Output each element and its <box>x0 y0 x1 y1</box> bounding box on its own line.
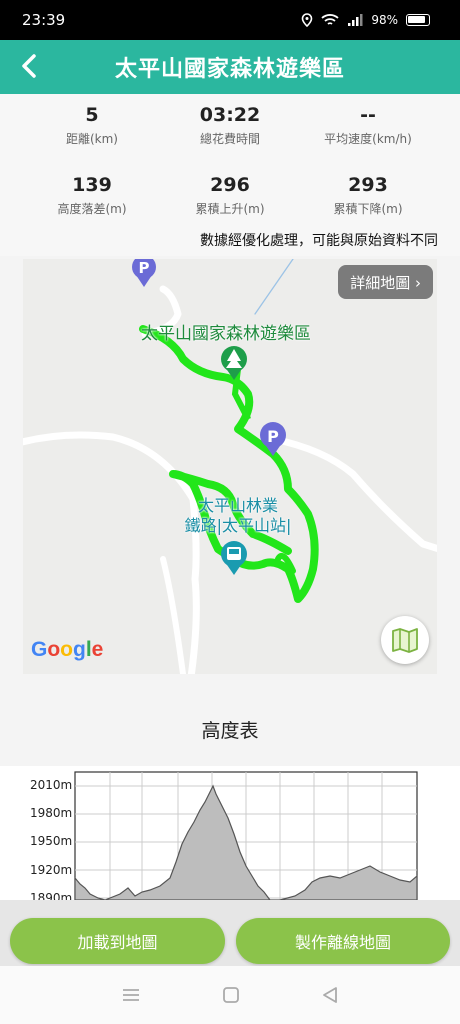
map-layers-button[interactable] <box>381 616 429 664</box>
train-station-icon <box>221 541 247 575</box>
stat-label: 高度落差(m) <box>57 202 127 216</box>
stat-value: 03:22 <box>199 104 261 126</box>
road <box>160 556 186 674</box>
signal-icon <box>348 14 363 26</box>
google-logo: Google <box>31 638 104 661</box>
stat-total-descent: 293 累積下降(m) <box>298 174 438 217</box>
stat-label: 累積下降(m) <box>333 202 403 216</box>
back-nav-icon[interactable] <box>321 986 339 1004</box>
make-offline-map-button[interactable]: 製作離線地圖 <box>236 918 450 964</box>
load-to-map-button[interactable]: 加載到地圖 <box>10 918 225 964</box>
stats-panel: 5 距離(km) 03:22 總花費時間 -- 平均速度(km/h) 139 高… <box>0 94 460 256</box>
stat-distance: 5 距離(km) <box>22 104 162 147</box>
svg-text:P: P <box>267 427 279 446</box>
data-optimization-note: 數據經優化處理，可能與原始資料不同 <box>200 233 438 249</box>
status-icons: 98% <box>301 13 430 27</box>
route-map[interactable]: P P 太平山國家森林遊樂區 太平山林業 鐵路|太平山站| 詳細地圖 › Goo… <box>23 259 437 674</box>
stat-value: 5 <box>85 104 99 126</box>
system-nav-bar <box>0 966 460 1024</box>
svg-text:P: P <box>139 259 150 277</box>
stat-duration: 03:22 總花費時間 <box>160 104 300 147</box>
stat-elevation-difference: 139 高度落差(m) <box>22 174 162 217</box>
menu-icon[interactable] <box>121 987 141 1003</box>
station-label-line: 鐵路|太平山站| <box>184 516 292 535</box>
stat-total-ascent: 296 累積上升(m) <box>160 174 300 217</box>
elevation-plot <box>74 771 418 900</box>
station-label: 太平山林業 鐵路|太平山站| <box>173 496 303 536</box>
detail-map-button[interactable]: 詳細地圖 › <box>338 265 433 299</box>
back-button[interactable] <box>14 51 44 81</box>
stream <box>254 259 294 315</box>
battery-percent: 98% <box>371 13 398 27</box>
location-icon <box>302 13 313 27</box>
stat-value: -- <box>360 104 376 126</box>
folded-map-icon <box>392 628 418 653</box>
stat-label: 平均速度(km/h) <box>324 132 412 146</box>
status-time: 23:39 <box>22 11 66 29</box>
stat-value: 296 <box>210 174 250 196</box>
stat-value: 139 <box>72 174 112 196</box>
place-label: 太平山國家森林遊樂區 <box>141 324 311 344</box>
parking-icon: P <box>132 259 156 287</box>
elevation-chart[interactable]: 2010m 1980m 1950m 1920m 1890m <box>0 766 460 900</box>
stat-average-speed: -- 平均速度(km/h) <box>298 104 438 147</box>
page-title: 太平山國家森林遊樂區 <box>114 57 345 82</box>
stat-label: 總花費時間 <box>199 132 260 146</box>
wifi-icon <box>321 14 339 25</box>
battery-icon <box>406 14 430 26</box>
station-label-line: 太平山林業 <box>197 496 278 515</box>
stat-label: 累積上升(m) <box>195 202 265 216</box>
app-bar: 太平山國家森林遊樂區 <box>0 40 460 94</box>
chevron-left-icon <box>22 54 36 78</box>
status-bar: 23:39 98% <box>0 0 460 40</box>
elevation-title: 高度表 <box>201 720 259 742</box>
stat-label: 距離(km) <box>65 132 118 146</box>
stat-value: 293 <box>348 174 388 196</box>
home-icon[interactable] <box>222 986 240 1004</box>
